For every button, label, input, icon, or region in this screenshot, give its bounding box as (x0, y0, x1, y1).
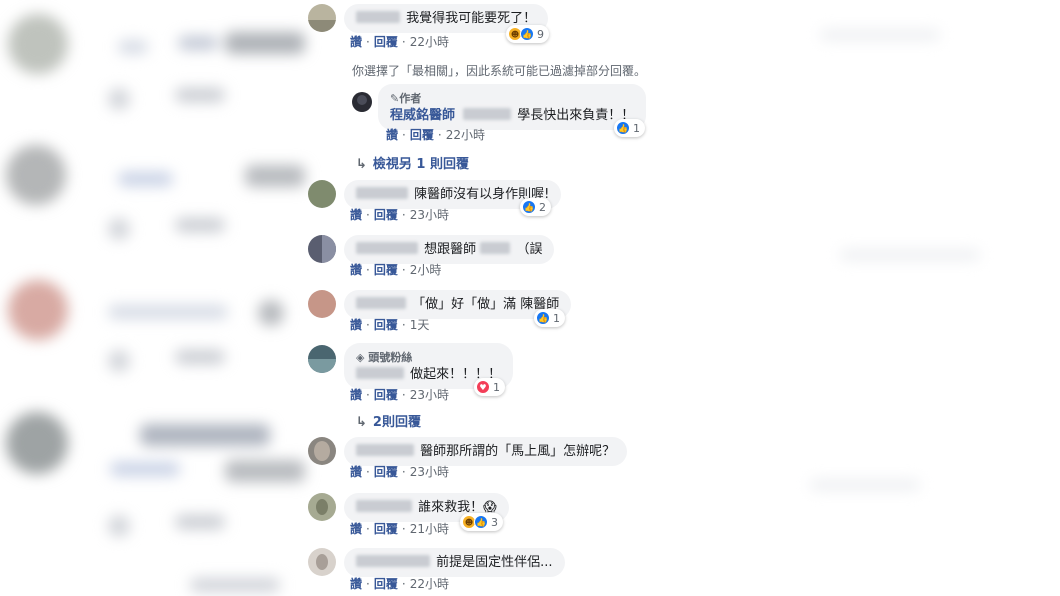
author-badge: ✎作者 (390, 92, 422, 105)
redacted-name (356, 367, 404, 379)
filter-notice: 你選擇了「最相關」，因此系統可能已過濾掉部分回覆。 (352, 64, 647, 78)
reaction-summary[interactable]: 👍 1 (614, 119, 645, 137)
like-icon: 👍 (474, 515, 488, 529)
reaction-count: 1 (633, 121, 640, 135)
like-link[interactable]: 讚 (386, 128, 398, 142)
avatar[interactable] (308, 290, 336, 318)
author-name[interactable]: 程威銘醫師 (390, 108, 455, 123)
heart-icon: ♥ (476, 380, 490, 394)
reply-link[interactable]: 回覆 (374, 318, 398, 332)
reaction-count: 1 (553, 311, 560, 325)
avatar[interactable] (308, 548, 336, 576)
comment-actions: 讚 · 回覆 · 23小時 (350, 465, 449, 479)
timestamp[interactable]: 1天 (410, 318, 430, 332)
comment-text: 前提是固定性伴侶... (436, 555, 553, 570)
comment-actions: 讚 · 回覆 · 1天 (350, 318, 430, 332)
like-icon: 👍 (522, 200, 536, 214)
timestamp[interactable]: 2小時 (410, 263, 442, 277)
comment-actions: 讚 · 回覆 · 2小時 (350, 263, 442, 277)
timestamp[interactable]: 21小時 (410, 522, 449, 536)
redacted-name (356, 500, 412, 512)
comment-text: 想跟醫師 (424, 242, 477, 257)
avatar[interactable] (308, 4, 336, 32)
comment-text: 我覺得我可能要死了！ (406, 11, 537, 26)
pencil-icon: ✎ (390, 92, 400, 105)
comment-feed: 我覺得我可能要死了！ 讚 · 回覆 · 22小時 ☻ 👍 9 你選擇了「最相關」，因此系統可… (0, 0, 1060, 596)
redacted-text (480, 242, 511, 254)
reply-link[interactable]: 回覆 (374, 35, 398, 49)
diamond-icon: ◈ (356, 351, 369, 364)
top-fan-badge: ◈ 頭號粉絲 (356, 351, 413, 364)
reaction-count: 9 (537, 27, 544, 41)
timestamp[interactable]: 22小時 (410, 577, 449, 591)
comment-actions: 讚 · 回覆 · 22小時 (350, 577, 449, 591)
comment-actions: 讚 · 回覆 · 23小時 (350, 208, 449, 222)
comment-text: 醫師那所謂的「馬上風」怎辦呢？ (420, 444, 616, 459)
timestamp[interactable]: 22小時 (446, 128, 485, 142)
reply-arrow-icon: ↳ (356, 157, 367, 172)
timestamp[interactable]: 23小時 (410, 208, 449, 222)
like-icon: 👍 (520, 27, 534, 41)
reply-link[interactable]: 回覆 (374, 577, 398, 591)
reply-link[interactable]: 回覆 (374, 388, 398, 402)
timestamp[interactable]: 23小時 (410, 388, 449, 402)
redacted-name (356, 297, 406, 309)
redacted-name (356, 11, 400, 23)
reaction-summary[interactable]: ☻ 👍 3 (460, 513, 503, 531)
reply-link[interactable]: 回覆 (374, 465, 398, 479)
timestamp[interactable]: 22小時 (410, 35, 449, 49)
comment-bubble: 前提是固定性伴侶... (344, 548, 565, 577)
redacted-name (356, 242, 418, 254)
comment-bubble: 醫師那所謂的「馬上風」怎辦呢？ (344, 437, 628, 466)
like-link[interactable]: 讚 (350, 577, 362, 591)
author-avatar[interactable] (352, 92, 372, 112)
reaction-summary[interactable]: 👍 2 (520, 198, 551, 216)
like-link[interactable]: 讚 (350, 208, 362, 222)
redacted-name (356, 444, 414, 456)
reply-link[interactable]: 回覆 (374, 208, 398, 222)
comment-text-tail: （誤 (516, 242, 543, 257)
redacted-name (356, 187, 408, 199)
comment-bubble: ✎作者 程威銘醫師 學長快出來負責！！ (378, 84, 647, 130)
like-link[interactable]: 讚 (350, 263, 362, 277)
reaction-summary[interactable]: ☻ 👍 9 (506, 25, 549, 43)
reply-link[interactable]: 回覆 (374, 522, 398, 536)
reply-arrow-icon: ↳ (356, 415, 367, 430)
avatar[interactable] (308, 493, 336, 521)
like-link[interactable]: 讚 (350, 465, 362, 479)
redacted-name (356, 555, 430, 567)
avatar[interactable] (308, 235, 336, 263)
reaction-summary[interactable]: 👍 1 (534, 309, 565, 327)
reply-link[interactable]: 回覆 (410, 128, 434, 142)
reaction-count: 3 (491, 515, 498, 529)
like-icon: 👍 (536, 311, 550, 325)
avatar[interactable] (308, 180, 336, 208)
comment-actions: 讚 · 回覆 · 21小時 (350, 522, 449, 536)
reaction-summary[interactable]: ♥ 1 (474, 378, 505, 396)
comment-bubble: 想跟醫師 （誤 (344, 235, 555, 264)
like-link[interactable]: 讚 (350, 522, 362, 536)
like-link[interactable]: 讚 (350, 35, 362, 49)
comment-actions: 讚 · 回覆 · 23小時 (350, 388, 449, 402)
avatar[interactable] (308, 437, 336, 465)
comment-actions: 讚 · 回覆 · 22小時 (386, 128, 485, 142)
reaction-count: 1 (493, 380, 500, 394)
like-link[interactable]: 讚 (350, 388, 362, 402)
redacted-name (463, 108, 512, 120)
view-replies[interactable]: ↳ 2則回覆 (356, 411, 421, 430)
comment-actions: 讚 · 回覆 · 22小時 (350, 35, 449, 49)
reaction-count: 2 (539, 200, 546, 214)
like-icon: 👍 (616, 121, 630, 135)
timestamp[interactable]: 23小時 (410, 465, 449, 479)
like-link[interactable]: 讚 (350, 318, 362, 332)
avatar[interactable] (308, 345, 336, 373)
reply-link[interactable]: 回覆 (374, 263, 398, 277)
view-more-replies[interactable]: ↳ 檢視另 1 則回覆 (356, 153, 469, 172)
